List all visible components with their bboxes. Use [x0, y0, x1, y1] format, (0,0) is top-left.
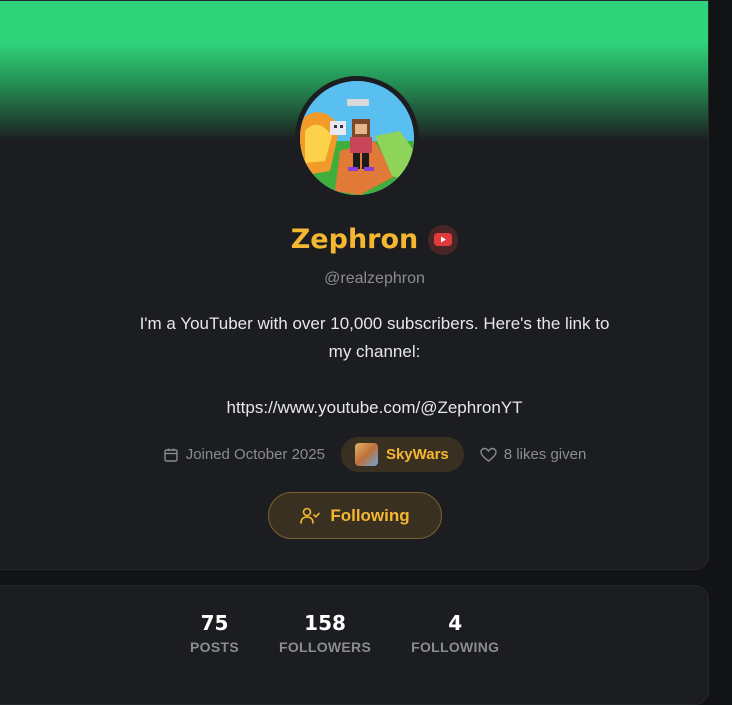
- youtube-icon[interactable]: [428, 224, 459, 255]
- stat-value: 158: [304, 611, 346, 635]
- stat-followers[interactable]: 158 FOLLOWERS: [279, 612, 371, 655]
- stat-label: POSTS: [190, 639, 239, 655]
- skywars-game-icon: [354, 443, 378, 466]
- following-button[interactable]: Following: [268, 492, 442, 539]
- joined-label: Joined October 2025: [185, 446, 325, 463]
- stat-value: 4: [448, 611, 463, 635]
- stat-following[interactable]: 4 FOLLOWING: [411, 612, 499, 655]
- display-name: Zephron: [290, 224, 419, 255]
- calendar-icon: [163, 448, 178, 462]
- heart-icon: [480, 447, 497, 462]
- profile-meta: Joined October 2025 SkyWars 8 likes give…: [20, 437, 729, 472]
- bio-line: [20, 366, 729, 394]
- stat-label: FOLLOWERS: [278, 639, 372, 655]
- bio-line: I'm a YouTuber with over 10,000 subscrib…: [139, 314, 610, 333]
- profile-name-row: Zephron: [0, 224, 729, 255]
- profile-handle: @realzephron: [324, 270, 425, 287]
- game-tag[interactable]: SkyWars: [340, 437, 464, 472]
- stat-posts[interactable]: 75 POSTS: [190, 612, 239, 655]
- stats-row: 75 POSTS 158 FOLLOWERS 4 FOLLOWING: [190, 612, 499, 655]
- joined-date: Joined October 2025: [163, 446, 325, 463]
- avatar[interactable]: [295, 76, 419, 200]
- game-tag-label: SkyWars: [385, 446, 449, 463]
- likes-label: 8 likes given: [503, 446, 587, 463]
- stat-label: FOLLOWING: [411, 639, 500, 655]
- following-button-label: Following: [330, 505, 410, 525]
- stat-value: 75: [200, 611, 229, 635]
- profile-bio: I'm a YouTuber with over 10,000 subscrib…: [20, 310, 729, 422]
- bio-line: my channel:: [328, 342, 421, 361]
- avatar-image: [300, 81, 414, 195]
- user-check-icon: [300, 507, 321, 524]
- bio-link[interactable]: https://www.youtube.com/@ZephronYT: [20, 394, 729, 422]
- likes-given: 8 likes given: [480, 446, 587, 463]
